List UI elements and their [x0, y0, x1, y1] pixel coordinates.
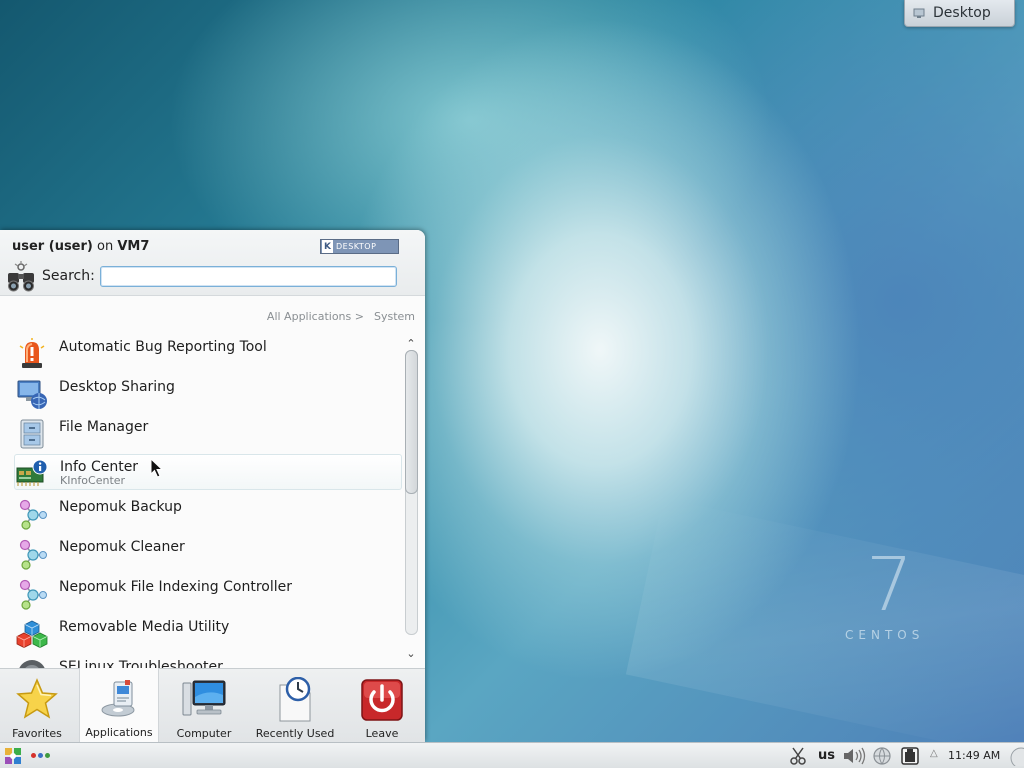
desktop-tag-label: Desktop	[933, 5, 991, 21]
nepomuk-icon	[19, 499, 47, 530]
app-item-removable-media[interactable]: Removable Media Utility	[14, 614, 402, 650]
kickoff-header: user (user) on VM7 K DESKTOP Search:	[0, 230, 425, 296]
host-name: VM7	[117, 239, 150, 254]
klipper-scissors-icon[interactable]	[789, 746, 807, 766]
desktop-icon	[913, 8, 925, 18]
search-label: Search:	[42, 268, 95, 284]
on-word: on	[97, 239, 114, 254]
scroll-thumb[interactable]	[405, 350, 418, 494]
computer-icon	[182, 680, 226, 716]
nepomuk-icon	[19, 579, 47, 610]
desktop-pager[interactable]	[31, 753, 50, 758]
pager-dot-green[interactable]	[45, 753, 50, 758]
network-icon[interactable]	[872, 746, 892, 766]
user-host-line: user (user) on VM7	[12, 239, 149, 254]
nepomuk-icon	[19, 539, 47, 570]
breadcrumb-all-applications[interactable]: All Applications >	[267, 310, 364, 323]
device-notifier-icon[interactable]	[900, 746, 920, 766]
centos-logo-word: CENTOS	[845, 628, 925, 642]
pager-dot-blue[interactable]	[38, 753, 43, 758]
panel-toolbox-icon[interactable]	[1007, 746, 1024, 766]
tab-applications[interactable]: Applications	[79, 668, 159, 742]
file-cabinet-icon	[20, 419, 44, 449]
mouse-cursor-icon	[150, 458, 164, 478]
tray-expand-icon[interactable]: △	[930, 748, 938, 768]
kde-k-icon: K	[322, 240, 333, 253]
app-item-nepomuk-cleaner[interactable]: Nepomuk Cleaner	[14, 534, 402, 570]
centos-logo-number: 7	[866, 542, 914, 628]
kickoff-menu: user (user) on VM7 K DESKTOP Search: All…	[0, 230, 425, 742]
app-name: Nepomuk Backup	[59, 499, 182, 515]
search-input[interactable]	[100, 266, 397, 287]
tab-leave[interactable]: Leave	[350, 669, 414, 742]
power-icon	[361, 679, 403, 721]
digital-clock[interactable]: 11:49 AM	[948, 749, 1000, 768]
desktop-sharing-icon	[17, 380, 47, 409]
tab-label: Leave	[365, 727, 399, 740]
app-name: Automatic Bug Reporting Tool	[59, 339, 267, 355]
app-item-file-manager[interactable]: File Manager	[14, 414, 402, 450]
bottom-panel: us △ 11:49 AM	[0, 742, 1024, 768]
pager-dot-red[interactable]	[31, 753, 36, 758]
tab-recently-used[interactable]: Recently Used	[249, 669, 341, 742]
info-board-icon	[16, 459, 48, 486]
application-list-scrollbar[interactable]: ⌃ ⌄	[403, 338, 418, 664]
binoculars-icon	[8, 261, 34, 292]
applications-icon	[101, 680, 135, 717]
app-name: Info Center	[60, 459, 139, 475]
kickoff-tabbar: Favorites Applications Computer Recently…	[0, 668, 425, 742]
breadcrumb: All Applications > System	[267, 310, 415, 323]
tab-label: Applications	[85, 726, 153, 739]
kde-logo-text: DESKTOP	[336, 242, 377, 251]
app-item-nepomuk-backup[interactable]: Nepomuk Backup	[14, 494, 402, 530]
scroll-down-icon[interactable]: ⌄	[405, 648, 417, 660]
app-item-selinux-troubleshooter[interactable]: SELinux Troubleshooter	[14, 654, 402, 668]
app-name: File Manager	[59, 419, 149, 435]
app-item-nepomuk-indexing[interactable]: Nepomuk File Indexing Controller	[14, 574, 402, 610]
alarm-icon	[19, 338, 45, 368]
app-name: Nepomuk Cleaner	[59, 539, 185, 555]
app-item-info-center[interactable]: Info Center KInfoCenter	[14, 454, 402, 490]
tab-label: Recently Used	[255, 727, 335, 740]
app-name: SELinux Troubleshooter	[59, 659, 223, 668]
app-item-bug-reporting[interactable]: Automatic Bug Reporting Tool	[14, 334, 402, 370]
user-name: user (user)	[12, 239, 93, 254]
desktop-toolbox-button[interactable]: Desktop	[904, 0, 1015, 27]
tab-computer[interactable]: Computer	[164, 669, 244, 742]
star-icon	[16, 678, 58, 719]
scroll-up-icon[interactable]: ⌃	[405, 338, 417, 350]
kickoff-launcher-icon[interactable]	[3, 746, 23, 766]
tab-favorites[interactable]: Favorites	[0, 669, 74, 742]
selinux-icon	[19, 660, 45, 668]
app-name: Nepomuk File Indexing Controller	[59, 579, 292, 595]
app-name: Desktop Sharing	[59, 379, 175, 395]
kde-desktop-logo: K DESKTOP	[320, 239, 399, 254]
app-subtitle: KInfoCenter	[60, 474, 126, 487]
recent-clock-icon	[279, 677, 311, 722]
application-list: Automatic Bug Reporting Tool Desktop Sha…	[0, 330, 404, 668]
app-item-desktop-sharing[interactable]: Desktop Sharing	[14, 374, 402, 410]
app-name: Removable Media Utility	[59, 619, 230, 635]
tab-label: Computer	[176, 727, 232, 740]
volume-icon[interactable]	[842, 746, 866, 766]
breadcrumb-system[interactable]: System	[374, 310, 415, 323]
keyboard-layout-indicator[interactable]: us	[818, 748, 835, 768]
cubes-icon	[16, 620, 48, 648]
tab-label: Favorites	[12, 727, 62, 740]
